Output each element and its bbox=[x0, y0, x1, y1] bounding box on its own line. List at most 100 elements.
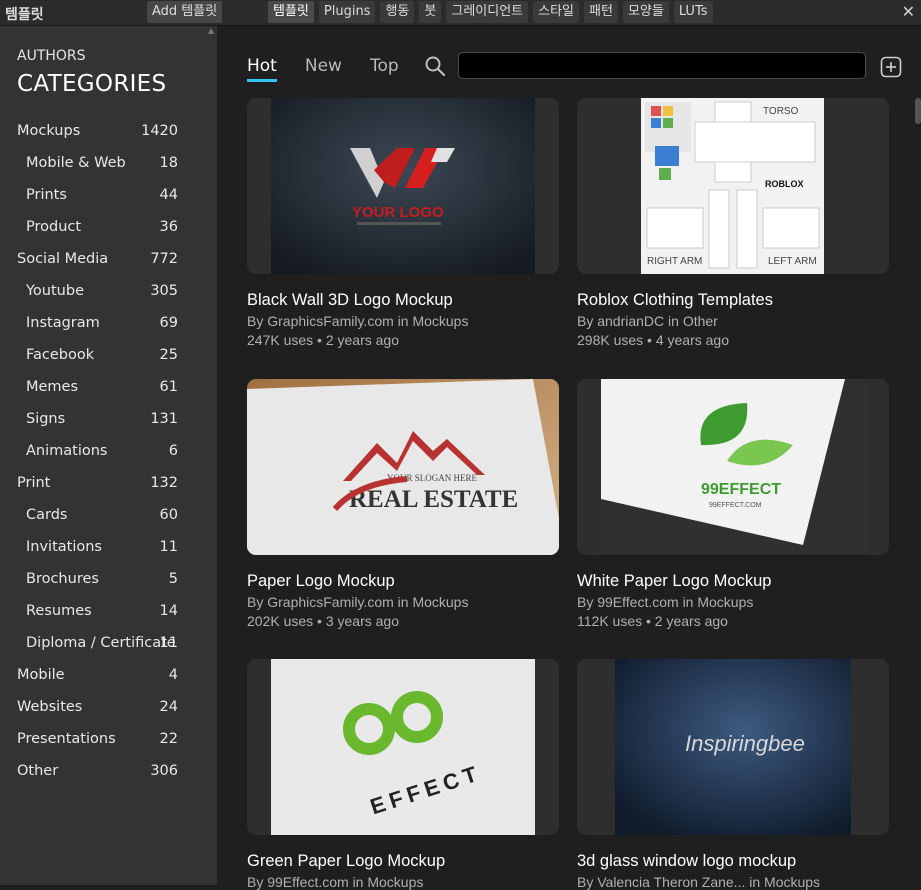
tab-templates[interactable]: 템플릿 bbox=[268, 1, 314, 23]
thumb-label: RIGHT ARM bbox=[647, 256, 702, 267]
add-template-icon[interactable] bbox=[880, 56, 902, 78]
tab-gradients[interactable]: 그레이디언트 bbox=[446, 1, 529, 23]
category-label: Youtube bbox=[26, 283, 84, 299]
sort-tab-top[interactable]: Top bbox=[370, 56, 399, 82]
category-item-instagram[interactable]: Instagram 69 bbox=[0, 307, 217, 339]
template-thumbnail[interactable]: TORSO ROBLOX RIGHT ARM LEFT ARM bbox=[577, 98, 889, 274]
category-item-cards[interactable]: Cards 60 bbox=[0, 499, 217, 531]
tab-brushes[interactable]: 붓 bbox=[419, 1, 442, 23]
category-item-brochures[interactable]: Brochures 5 bbox=[0, 563, 217, 595]
sort-tab-new[interactable]: New bbox=[305, 56, 342, 82]
scroll-up-icon[interactable]: ▲ bbox=[208, 26, 214, 35]
template-card[interactable]: YOUR LOGO Black Wall 3D Logo Mockup By G… bbox=[247, 98, 559, 348]
thumb-url: 99EFFECT.COM bbox=[709, 502, 762, 509]
category-item-prints[interactable]: Prints 44 bbox=[0, 179, 217, 211]
category-label: Social Media bbox=[17, 251, 109, 267]
category-item-presentations[interactable]: Presentations 22 bbox=[0, 723, 217, 755]
thumb-logo-text: ROBLOX bbox=[765, 179, 804, 189]
category-item-social-media[interactable]: Social Media 772 bbox=[0, 243, 217, 275]
thumb-label: LEFT ARM bbox=[768, 256, 817, 267]
category-item-websites[interactable]: Websites 24 bbox=[0, 691, 217, 723]
category-item-animations[interactable]: Animations 6 bbox=[0, 435, 217, 467]
search-input[interactable] bbox=[458, 52, 866, 79]
category-item-diploma-certificate[interactable]: Diploma / Certificate 11 bbox=[0, 627, 217, 659]
sort-tab-hot[interactable]: Hot bbox=[247, 56, 277, 82]
category-item-print[interactable]: Print 132 bbox=[0, 467, 217, 499]
close-icon[interactable]: ✕ bbox=[902, 2, 915, 21]
category-count: 14 bbox=[159, 603, 178, 619]
template-thumbnail[interactable]: YOUR SLOGAN HERE REAL ESTATE bbox=[247, 379, 559, 555]
template-author[interactable]: By GraphicsFamily.com in Mockups bbox=[247, 594, 559, 610]
category-label: Memes bbox=[26, 379, 79, 395]
scrollbar-thumb[interactable] bbox=[915, 98, 921, 124]
category-count: 132 bbox=[150, 475, 178, 491]
sort-tabs: Hot New Top bbox=[247, 56, 427, 82]
template-thumbnail[interactable]: 99EFFECT 99EFFECT.COM bbox=[577, 379, 889, 555]
authors-link[interactable]: AUTHORS bbox=[17, 48, 86, 64]
category-label: Signs bbox=[26, 411, 66, 427]
category-item-product[interactable]: Product 36 bbox=[0, 211, 217, 243]
category-item-mobile-web[interactable]: Mobile & Web 18 bbox=[0, 147, 217, 179]
category-label: Resumes bbox=[26, 603, 92, 619]
category-label: Websites bbox=[17, 699, 83, 715]
template-browser: Hot New Top YOUR LOGO Black Wall 3D Logo… bbox=[217, 26, 921, 890]
category-label: Invitations bbox=[26, 539, 102, 555]
tab-actions[interactable]: 행동 bbox=[380, 1, 415, 23]
template-title[interactable]: Paper Logo Mockup bbox=[247, 572, 559, 591]
template-card[interactable]: TORSO ROBLOX RIGHT ARM LEFT ARM Roblox C… bbox=[577, 98, 889, 348]
add-template-button[interactable]: Add 템플릿 bbox=[147, 1, 223, 23]
template-thumbnail[interactable]: Inspiringbee bbox=[577, 659, 889, 835]
template-card[interactable]: EFFECT Green Paper Logo Mockup By 99Effe… bbox=[247, 659, 559, 890]
template-thumbnail[interactable]: YOUR LOGO bbox=[247, 98, 559, 274]
tab-shapes[interactable]: 모양들 bbox=[622, 1, 669, 23]
category-count: 11 bbox=[159, 539, 178, 555]
category-count: 24 bbox=[159, 699, 178, 715]
category-label: Animations bbox=[26, 443, 108, 459]
template-card[interactable]: Inspiringbee 3d glass window logo mockup… bbox=[577, 659, 889, 890]
category-item-youtube[interactable]: Youtube 305 bbox=[0, 275, 217, 307]
category-item-signs[interactable]: Signs 131 bbox=[0, 403, 217, 435]
panel-topbar: 템플릿 Add 템플릿 템플릿 Plugins 행동 붓 그레이디언트 스타일 … bbox=[0, 0, 921, 26]
tab-luts[interactable]: LUTs bbox=[673, 1, 713, 23]
category-item-facebook[interactable]: Facebook 25 bbox=[0, 339, 217, 371]
template-card[interactable]: YOUR SLOGAN HERE REAL ESTATE Paper Logo … bbox=[247, 379, 559, 629]
category-list: Mockups 1420 Mobile & Web 18 Prints 44 Prod… bbox=[0, 115, 217, 787]
category-count: 25 bbox=[159, 347, 178, 363]
template-card[interactable]: 99EFFECT 99EFFECT.COM White Paper Logo M… bbox=[577, 379, 889, 629]
template-title[interactable]: White Paper Logo Mockup bbox=[577, 572, 889, 591]
category-count: 305 bbox=[150, 283, 178, 299]
category-item-other[interactable]: Other 306 bbox=[0, 755, 217, 787]
tab-patterns[interactable]: 패턴 bbox=[584, 1, 618, 23]
category-count: 1420 bbox=[141, 123, 178, 139]
template-thumbnail[interactable]: EFFECT bbox=[247, 659, 559, 835]
category-label: Cards bbox=[26, 507, 68, 523]
category-item-resumes[interactable]: Resumes 14 bbox=[0, 595, 217, 627]
template-title[interactable]: Green Paper Logo Mockup bbox=[247, 852, 559, 871]
category-item-mockups[interactable]: Mockups 1420 bbox=[0, 115, 217, 147]
category-label: Diploma / Certificate bbox=[26, 635, 176, 651]
tab-styles[interactable]: 스타일 bbox=[533, 1, 580, 23]
categories-heading: CATEGORIES bbox=[17, 71, 167, 97]
category-count: 131 bbox=[150, 411, 178, 427]
search-icon[interactable] bbox=[424, 55, 446, 77]
category-item-memes[interactable]: Memes 61 bbox=[0, 371, 217, 403]
category-item-mobile[interactable]: Mobile 4 bbox=[0, 659, 217, 691]
category-label: Mobile & Web bbox=[26, 155, 126, 171]
category-count: 22 bbox=[159, 731, 178, 747]
template-title[interactable]: Roblox Clothing Templates bbox=[577, 291, 889, 310]
category-label: Other bbox=[17, 763, 59, 779]
category-label: Mobile bbox=[17, 667, 65, 683]
template-author[interactable]: By 99Effect.com in Mockups bbox=[247, 874, 559, 890]
category-sidebar: ▲ AUTHORS CATEGORIES Mockups 1420 Mobile … bbox=[0, 26, 217, 885]
tab-plugins[interactable]: Plugins bbox=[318, 1, 376, 23]
category-label: Product bbox=[26, 219, 82, 235]
category-item-invitations[interactable]: Invitations 11 bbox=[0, 531, 217, 563]
template-title[interactable]: 3d glass window logo mockup bbox=[577, 852, 889, 871]
template-author[interactable]: By 99Effect.com in Mockups bbox=[577, 594, 889, 610]
template-title[interactable]: Black Wall 3D Logo Mockup bbox=[247, 291, 559, 310]
panel-tabs: 템플릿 Plugins 행동 붓 그레이디언트 스타일 패턴 모양들 LUTs bbox=[268, 1, 713, 23]
template-author[interactable]: By GraphicsFamily.com in Mockups bbox=[247, 313, 559, 329]
template-author[interactable]: By Valencia Theron Zane... in Mockups bbox=[577, 874, 889, 890]
template-author[interactable]: By andrianDC in Other bbox=[577, 313, 889, 329]
category-count: 18 bbox=[159, 155, 178, 171]
